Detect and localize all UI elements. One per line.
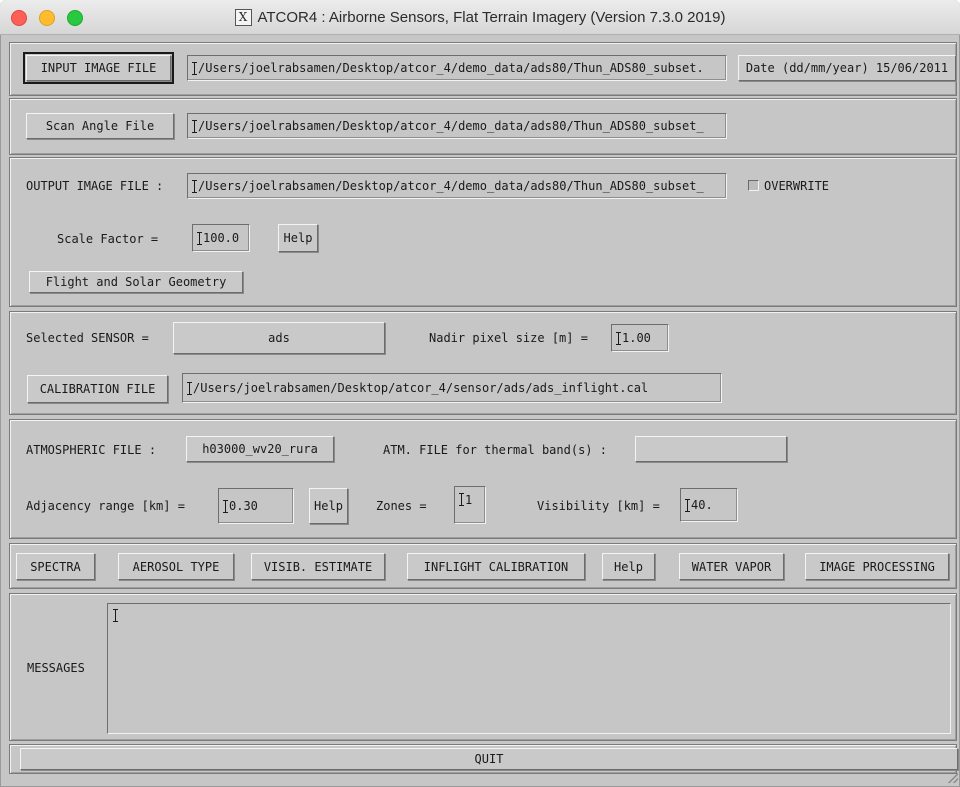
- text-cursor-icon: [113, 609, 118, 622]
- nadir-pixel-size-value: 1.00: [622, 331, 651, 345]
- input-image-panel: INPUT IMAGE FILE /Users/joelrabsamen/Des…: [9, 42, 957, 96]
- input-image-path-text: /Users/joelrabsamen/Desktop/atcor_4/demo…: [198, 61, 704, 75]
- visibility-label: Visibility [km] =: [537, 499, 660, 513]
- messages-panel: MESSAGES: [9, 593, 957, 741]
- text-cursor-icon: [187, 381, 192, 395]
- text-cursor-icon: [197, 231, 202, 245]
- scan-angle-path-text: /Users/joelrabsamen/Desktop/atcor_4/demo…: [198, 119, 704, 133]
- text-cursor-icon: [192, 179, 197, 193]
- adjacency-range-value: 0.30: [229, 499, 258, 513]
- window-title-wrap: X ATCOR4 : Airborne Sensors, Flat Terrai…: [0, 0, 960, 34]
- selected-sensor-button[interactable]: ads: [173, 322, 385, 354]
- input-image-file-button[interactable]: INPUT IMAGE FILE: [23, 52, 174, 84]
- atmospheric-file-button[interactable]: h03000_wv20_rura: [186, 436, 334, 462]
- thermal-atm-file-label: ATM. FILE for thermal band(s) :: [383, 443, 607, 457]
- atcor4-window: X ATCOR4 : Airborne Sensors, Flat Terrai…: [0, 0, 960, 787]
- text-cursor-icon: [685, 498, 690, 512]
- output-image-file-label: OUTPUT IMAGE FILE :: [26, 179, 164, 193]
- text-cursor-icon: [459, 493, 464, 506]
- adjacency-range-field[interactable]: 0.30: [218, 488, 294, 524]
- zones-field[interactable]: 1: [454, 486, 486, 524]
- output-image-path-field[interactable]: /Users/joelrabsamen/Desktop/atcor_4/demo…: [187, 173, 727, 199]
- messages-label: MESSAGES: [27, 661, 85, 675]
- selected-sensor-label: Selected SENSOR =: [26, 331, 149, 345]
- scan-angle-panel: Scan Angle File /Users/joelrabsamen/Desk…: [9, 98, 957, 155]
- nadir-pixel-size-field[interactable]: 1.00: [611, 324, 669, 352]
- nadir-pixel-size-label: Nadir pixel size [m] =: [429, 331, 588, 345]
- window-resize-grip[interactable]: [948, 773, 958, 783]
- zones-label: Zones =: [376, 499, 427, 513]
- atmospheric-file-label: ATMOSPHERIC FILE :: [26, 443, 157, 457]
- input-image-path-field[interactable]: /Users/joelrabsamen/Desktop/atcor_4/demo…: [187, 55, 727, 81]
- atmosphere-panel: ATMOSPHERIC FILE : h03000_wv20_rura ATM.…: [9, 419, 957, 539]
- inflight-calibration-button[interactable]: INFLIGHT CALIBRATION: [407, 553, 585, 580]
- x11-app-icon: X: [234, 8, 252, 26]
- overwrite-checkbox[interactable]: [748, 180, 759, 191]
- scale-factor-field[interactable]: 100.0: [192, 224, 250, 252]
- scale-factor-label: Scale Factor =: [57, 232, 159, 246]
- image-processing-button[interactable]: IMAGE PROCESSING: [805, 553, 949, 580]
- text-cursor-icon: [616, 331, 621, 345]
- adjacency-range-label: Adjacency range [km] =: [26, 499, 185, 513]
- messages-textarea[interactable]: [107, 603, 951, 734]
- scale-factor-help-button[interactable]: Help: [278, 224, 318, 252]
- text-cursor-icon: [192, 119, 197, 133]
- calibration-file-button[interactable]: CALIBRATION FILE: [27, 375, 168, 403]
- scan-angle-path-field[interactable]: /Users/joelrabsamen/Desktop/atcor_4/demo…: [187, 113, 727, 139]
- overwrite-label: OVERWRITE: [764, 179, 830, 193]
- flight-solar-geometry-button[interactable]: Flight and Solar Geometry: [29, 271, 243, 293]
- spectra-button[interactable]: SPECTRA: [16, 553, 95, 580]
- calibration-path-field[interactable]: /Users/joelrabsamen/Desktop/atcor_4/sens…: [182, 373, 722, 403]
- text-cursor-icon: [192, 61, 197, 75]
- quit-panel: QUIT: [9, 744, 958, 774]
- scan-angle-file-button[interactable]: Scan Angle File: [26, 113, 174, 139]
- visib-estimate-button[interactable]: VISIB. ESTIMATE: [251, 553, 385, 580]
- aerosol-type-button[interactable]: AEROSOL TYPE: [118, 553, 234, 580]
- calibration-path-text: /Users/joelrabsamen/Desktop/atcor_4/sens…: [193, 381, 649, 395]
- text-cursor-icon: [223, 499, 228, 513]
- zones-value: 1: [465, 493, 473, 507]
- window-title: ATCOR4 : Airborne Sensors, Flat Terrain …: [257, 8, 726, 26]
- title-bar: X ATCOR4 : Airborne Sensors, Flat Terrai…: [0, 0, 960, 35]
- output-panel: OUTPUT IMAGE FILE : /Users/joelrabsamen/…: [9, 157, 957, 307]
- output-image-path-text: /Users/joelrabsamen/Desktop/atcor_4/demo…: [198, 179, 704, 193]
- water-vapor-button[interactable]: WATER VAPOR: [679, 553, 784, 580]
- toolbar-help-button[interactable]: Help: [602, 553, 655, 580]
- visibility-field[interactable]: 40.: [680, 488, 738, 522]
- sensor-panel: Selected SENSOR = ads Nadir pixel size […: [9, 311, 957, 415]
- scale-factor-value: 100.0: [203, 231, 240, 245]
- visibility-value: 40.: [691, 498, 713, 512]
- processing-toolbar: SPECTRA AEROSOL TYPE VISIB. ESTIMATE INF…: [9, 543, 957, 589]
- adjacency-help-button[interactable]: Help: [309, 488, 348, 524]
- quit-button[interactable]: QUIT: [20, 748, 958, 770]
- thermal-atm-file-button[interactable]: [635, 436, 787, 462]
- date-field[interactable]: Date (dd/mm/year) 15/06/2011: [738, 55, 956, 81]
